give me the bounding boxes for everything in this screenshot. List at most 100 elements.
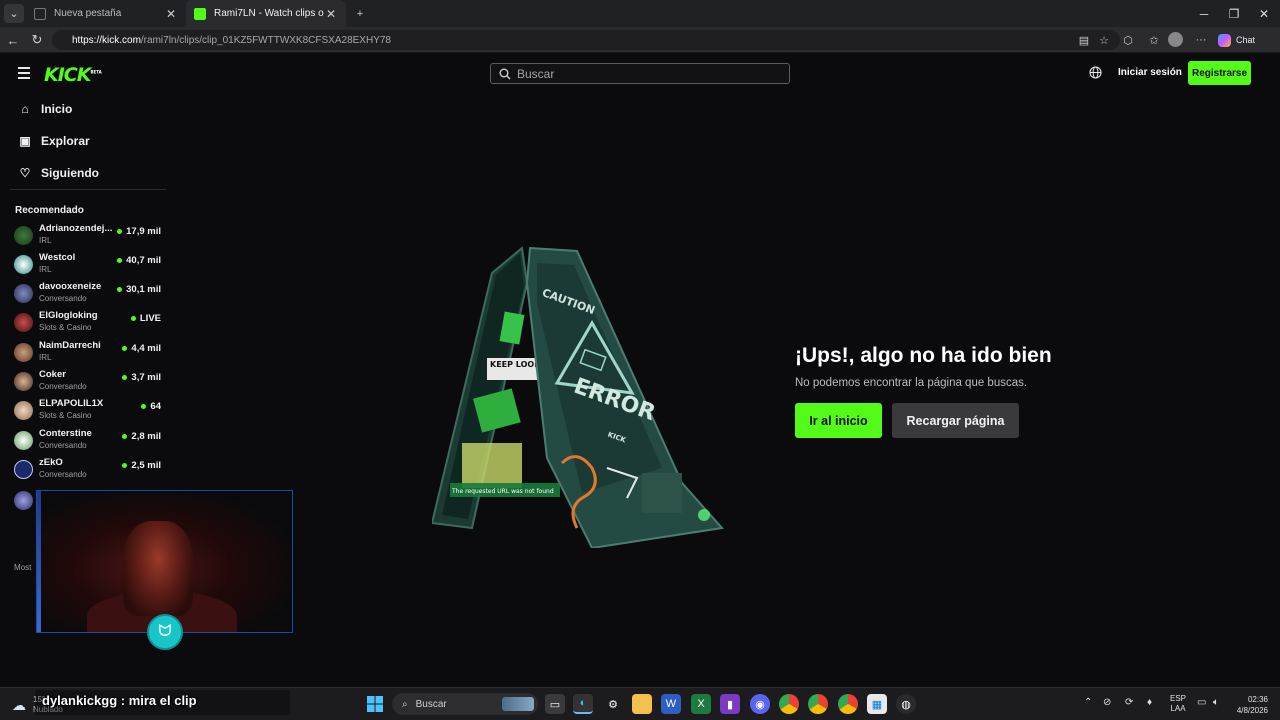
sidebar-item-explore[interactable]: ▣ Explorar	[18, 131, 90, 151]
tray-expand-icon[interactable]: ⌃	[1084, 697, 1092, 708]
back-arrow-icon[interactable]: ←	[4, 31, 22, 49]
channel-category: Conversando	[39, 382, 87, 391]
word-icon[interactable]: W	[661, 694, 681, 714]
webcam-border-accent	[37, 491, 41, 632]
search-input[interactable]	[517, 66, 777, 81]
url-host: https://kick.com	[72, 34, 141, 46]
channel-item[interactable]: Coker Conversando 3,7 mil	[14, 368, 164, 396]
tray-app-icon[interactable]: ⊘	[1103, 697, 1111, 708]
excel-icon[interactable]: X	[691, 694, 711, 714]
reload-icon[interactable]: ↻	[28, 31, 46, 49]
new-tab-plus-icon[interactable]: +	[350, 4, 370, 23]
channel-item[interactable]: zEkO Conversando 2,5 mil	[14, 456, 164, 484]
close-tab-icon[interactable]: ✕	[324, 7, 338, 21]
webcam-person	[123, 521, 193, 616]
copilot-chat-button[interactable]: Chat	[1218, 32, 1273, 48]
input-language[interactable]: ESP LAA	[1166, 694, 1190, 714]
recommended-heading: Recomendado	[15, 205, 84, 216]
channel-category: IRL	[39, 236, 52, 245]
window-close-icon[interactable]: ✕	[1244, 0, 1280, 27]
cloud-icon: ☁	[12, 697, 26, 713]
channel-item[interactable]: NaimDarrechi IRL 4,4 mil	[14, 339, 164, 367]
tab-list-chevron-icon[interactable]: ⌄	[4, 4, 24, 23]
discord-icon[interactable]: ◉	[750, 694, 770, 714]
channel-item[interactable]: ELPAPOLIL1X Slots & Casino 64	[14, 397, 164, 425]
viewer-count: 64	[141, 401, 161, 412]
tab-new-tab[interactable]: Nueva pestaña ✕	[26, 0, 186, 27]
sidebar-item-home[interactable]: ⌂ Inicio	[18, 99, 72, 119]
extensions-icon[interactable]: ⬡	[1120, 32, 1136, 48]
channel-name: Coker	[39, 369, 66, 380]
channel-item[interactable]: Conterstine Conversando 2,8 mil	[14, 427, 164, 455]
tab-title: Rami7LN - Watch clips on Kick	[214, 8, 324, 19]
url-field[interactable]: https://kick.com/rami7ln/clips/clip_01KZ…	[52, 30, 1120, 50]
settings-gear-icon[interactable]: ⚙	[603, 694, 623, 714]
channel-item[interactable]: davooxeneize Conversando 30,1 mil	[14, 280, 164, 308]
sidebar-item-following[interactable]: ♡ Siguiendo	[18, 163, 99, 183]
favorites-icon[interactable]: ✩	[1146, 32, 1162, 48]
edge-browser-icon[interactable]: ◐	[573, 694, 593, 714]
show-more-link[interactable]: Most	[14, 563, 31, 572]
chrome-alt-icon[interactable]	[838, 694, 858, 714]
not-found-sticker-text: The requested URL was not found	[451, 488, 554, 495]
avatar	[14, 431, 33, 450]
sidebar-item-label: Inicio	[41, 102, 73, 116]
home-icon: ⌂	[21, 102, 29, 116]
system-clock[interactable]: 02:36 4/8/2026	[1228, 694, 1268, 716]
channel-item[interactable]: Westcol IRL 40,7 mil	[14, 251, 164, 279]
close-tab-icon[interactable]: ✕	[164, 7, 178, 21]
channel-item[interactable]: Adrianozendej... IRL 17,9 mil	[14, 222, 164, 250]
avatar	[14, 372, 33, 391]
layout-code: LAA	[1170, 704, 1186, 713]
tray-sync-icon[interactable]: ⟳	[1125, 697, 1133, 708]
login-link[interactable]: Iniciar sesión	[1118, 67, 1182, 78]
volume-icon[interactable]: 🔈︎	[1213, 697, 1219, 708]
live-dot-icon	[130, 316, 136, 321]
avatar[interactable]	[14, 491, 33, 510]
tab-kick-clip[interactable]: Rami7LN - Watch clips on Kick ✕	[186, 0, 346, 27]
kick-logo[interactable]: KICKBETA	[44, 64, 102, 86]
top-navigation: KICKBETA Iniciar sesión Registrarse	[0, 53, 1280, 93]
favorite-star-icon[interactable]: ☆	[1096, 32, 1112, 48]
cat-face-badge-icon: ᗢ	[147, 614, 183, 650]
channel-category: IRL	[39, 265, 52, 274]
reading-view-icon[interactable]: ▤	[1076, 32, 1092, 48]
hamburger-menu-icon[interactable]	[18, 67, 30, 79]
viewer-count-text: 40,7 mil	[126, 255, 161, 266]
file-explorer-icon[interactable]	[632, 694, 652, 714]
search-icon	[499, 68, 511, 79]
more-menu-icon[interactable]: ···	[1193, 32, 1209, 48]
task-view-icon[interactable]: ▭	[545, 694, 565, 714]
viewer-count: 30,1 mil	[117, 284, 161, 295]
microphone-icon[interactable]: ♦	[1147, 697, 1152, 708]
reload-page-button[interactable]: Recargar página	[892, 403, 1019, 438]
live-dot-icon	[117, 258, 123, 263]
store-icon[interactable]: ▦	[867, 694, 887, 714]
taskbar-search[interactable]: ⌕ Buscar	[392, 693, 538, 715]
chrome-icon[interactable]	[779, 694, 799, 714]
go-home-button[interactable]: Ir al inicio	[795, 403, 882, 438]
avatar	[14, 226, 33, 245]
sidebar-item-label: Explorar	[41, 134, 90, 148]
viewer-count-text: 3,7 mil	[131, 372, 161, 383]
language-globe-icon[interactable]	[1089, 66, 1102, 84]
channel-name: ELPAPOLIL1X	[39, 398, 104, 409]
profile-avatar[interactable]	[1168, 32, 1183, 47]
taskbar-search-label: Buscar	[415, 698, 447, 710]
channel-name: Conterstine	[39, 428, 92, 439]
live-dot-icon	[117, 287, 123, 292]
viewer-count: 40,7 mil	[117, 255, 161, 266]
channel-category: Slots & Casino	[39, 323, 92, 332]
viewer-count: LIVE	[130, 313, 161, 324]
channel-name: Adrianozendej...	[39, 223, 113, 234]
windows-start-icon[interactable]	[365, 694, 385, 714]
live-dot-icon	[122, 434, 128, 439]
chrome-profile-icon[interactable]	[808, 694, 828, 714]
register-button[interactable]: Registrarse	[1188, 61, 1251, 85]
channel-item[interactable]: ElGlogloking Slots & Casino LIVE	[14, 309, 164, 337]
video-editor-icon[interactable]: ▮	[720, 694, 740, 714]
language-code: ESP	[1169, 694, 1186, 703]
viewer-count-text: 30,1 mil	[126, 284, 161, 295]
obs-icon[interactable]: ◍	[896, 694, 916, 714]
display-icon[interactable]: ▭	[1197, 697, 1206, 708]
